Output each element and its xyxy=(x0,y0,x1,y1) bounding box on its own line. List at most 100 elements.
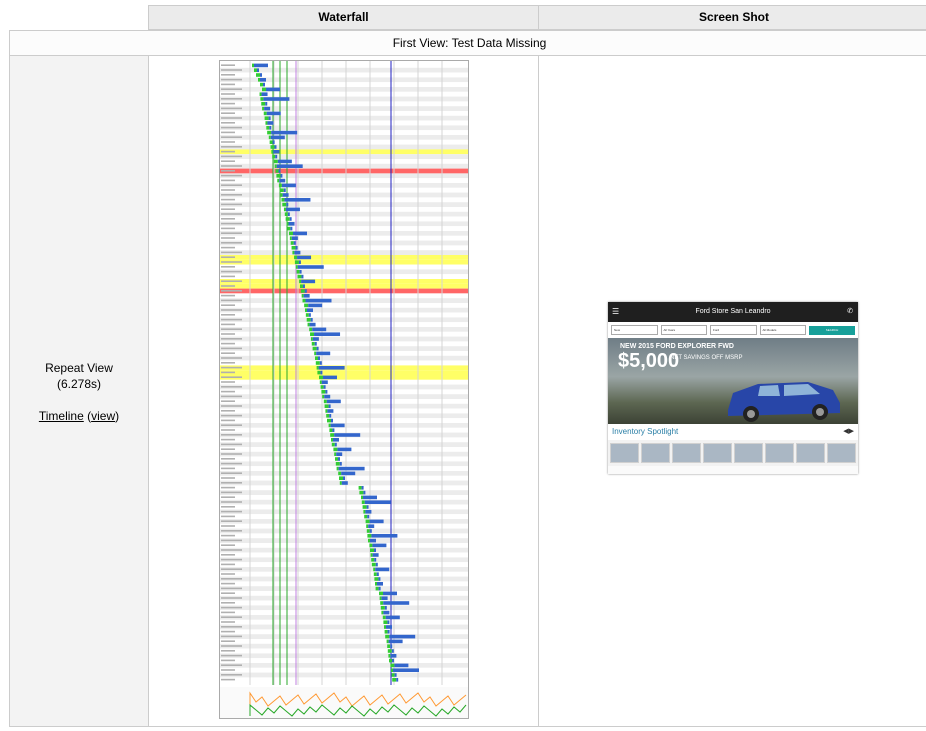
waterfall-bar-connect xyxy=(307,322,310,327)
waterfall-row-label xyxy=(221,549,242,551)
waterfall-row xyxy=(220,298,468,303)
waterfall-row xyxy=(220,384,468,390)
waterfall-bar-download xyxy=(302,284,305,288)
waterfall-row-label xyxy=(221,285,235,287)
waterfall-row xyxy=(220,653,468,659)
waterfall-bar-download xyxy=(367,514,370,519)
waterfall-row-label xyxy=(221,659,235,662)
screenshot-filters: New All Years Ford All Models SEARCH xyxy=(608,322,858,338)
waterfall-row xyxy=(220,648,468,654)
waterfall-row-label xyxy=(221,510,242,513)
waterfall-bar-download xyxy=(330,423,345,428)
waterfall-row-label xyxy=(221,674,242,676)
waterfall-bar-download xyxy=(290,226,293,231)
waterfall-row-label xyxy=(221,429,235,431)
waterfall-bar-connect xyxy=(292,250,295,255)
waterfall-bar-connect xyxy=(290,241,294,245)
waterfall-row xyxy=(220,427,468,433)
waterfall-bar-connect xyxy=(262,87,266,92)
waterfall-row-label xyxy=(221,386,242,388)
waterfall-row-label xyxy=(221,400,235,402)
waterfall-bar-connect xyxy=(374,577,379,581)
first-view-status: First View: Test Data Missing xyxy=(9,30,926,56)
waterfall-row xyxy=(220,144,468,150)
waterfall-bar-connect xyxy=(273,159,278,164)
waterfall-row-label xyxy=(221,424,242,426)
waterfall-row xyxy=(220,509,468,515)
waterfall-bar-connect xyxy=(338,471,342,476)
waterfall-row xyxy=(220,615,468,620)
waterfall-bar-connect xyxy=(304,303,309,308)
waterfall-row-label xyxy=(221,597,242,599)
thumbnail xyxy=(641,443,670,463)
waterfall-row xyxy=(220,490,468,495)
screenshot-site-title: Ford Store San Leandro xyxy=(695,308,771,315)
waterfall-row xyxy=(220,312,468,318)
waterfall-bar-download xyxy=(301,279,316,284)
waterfall-chart[interactable] xyxy=(219,60,469,719)
waterfall-bar-download xyxy=(377,582,383,586)
waterfall-row-label xyxy=(221,131,235,134)
waterfall-bar-download xyxy=(276,164,303,168)
waterfall-bar-connect xyxy=(331,442,335,447)
waterfall-bar-download xyxy=(390,654,397,658)
repeat-view-time: (6.278s) xyxy=(56,377,102,391)
waterfall-row-label xyxy=(221,669,235,671)
waterfall-bar-download xyxy=(324,394,331,399)
waterfall-row-label xyxy=(221,165,242,167)
waterfall-row-label xyxy=(221,280,242,282)
waterfall-bar-download xyxy=(280,174,283,178)
waterfall-bar-connect xyxy=(305,308,307,312)
waterfall-row-label xyxy=(221,261,242,263)
waterfall-bar-connect xyxy=(296,270,300,274)
waterfall-row-label xyxy=(221,453,242,455)
waterfall-bar-connect xyxy=(333,447,338,452)
thumbnail xyxy=(672,443,701,463)
waterfall-bar-download xyxy=(260,78,266,82)
waterfall-bar-connect xyxy=(282,202,287,207)
waterfall-header: Waterfall xyxy=(148,5,539,30)
waterfall-row xyxy=(220,264,468,270)
waterfall-row xyxy=(220,571,468,577)
waterfall-bar-download xyxy=(385,615,400,620)
waterfall-row xyxy=(220,394,468,399)
waterfall-bar-download xyxy=(303,294,310,298)
waterfall-bar-download xyxy=(384,606,387,610)
waterfall-row-label xyxy=(221,506,235,508)
waterfall-bar-download xyxy=(332,428,335,432)
waterfall-row xyxy=(220,231,468,236)
waterfall-row xyxy=(220,667,468,673)
waterfall-row xyxy=(220,135,468,140)
waterfall-bar-connect xyxy=(256,73,260,77)
waterfall-bar-download xyxy=(312,337,319,341)
waterfall-row xyxy=(220,663,468,668)
waterfall-row-label xyxy=(221,582,235,585)
waterfall-bar-download xyxy=(298,260,301,264)
waterfall-bar-download xyxy=(338,457,340,461)
page-screenshot[interactable]: ☰ Ford Store San Leandro ✆ New All Years… xyxy=(608,302,858,474)
waterfall-bar-connect xyxy=(363,510,366,514)
waterfall-bar-download xyxy=(374,558,377,562)
waterfall-row-label xyxy=(221,160,235,162)
waterfall-row-label xyxy=(221,117,242,119)
waterfall-row-label xyxy=(221,74,235,76)
suv-image xyxy=(728,382,840,422)
waterfall-row-label xyxy=(221,83,235,86)
waterfall-row-label xyxy=(221,107,242,110)
waterfall-row-label xyxy=(221,578,242,580)
waterfall-row-label xyxy=(221,448,235,450)
timeline-link[interactable]: Timeline xyxy=(39,409,84,423)
waterfall-bar-download xyxy=(386,625,392,629)
waterfall-bar-connect xyxy=(391,668,393,672)
waterfall-bar-download xyxy=(295,246,298,250)
waterfall-bar-connect xyxy=(388,654,391,658)
waterfall-row-label xyxy=(221,294,235,297)
waterfall-bar-download xyxy=(392,658,394,663)
timeline-view-link[interactable]: view xyxy=(91,409,115,423)
waterfall-bar-download xyxy=(339,462,342,466)
waterfall-row-label xyxy=(221,443,242,446)
waterfall-row xyxy=(220,207,468,212)
waterfall-row-label xyxy=(221,405,242,407)
waterfall-row-label xyxy=(221,352,235,354)
screenshot-inventory-spotlight: Inventory Spotlight ◀▶ xyxy=(608,424,858,440)
